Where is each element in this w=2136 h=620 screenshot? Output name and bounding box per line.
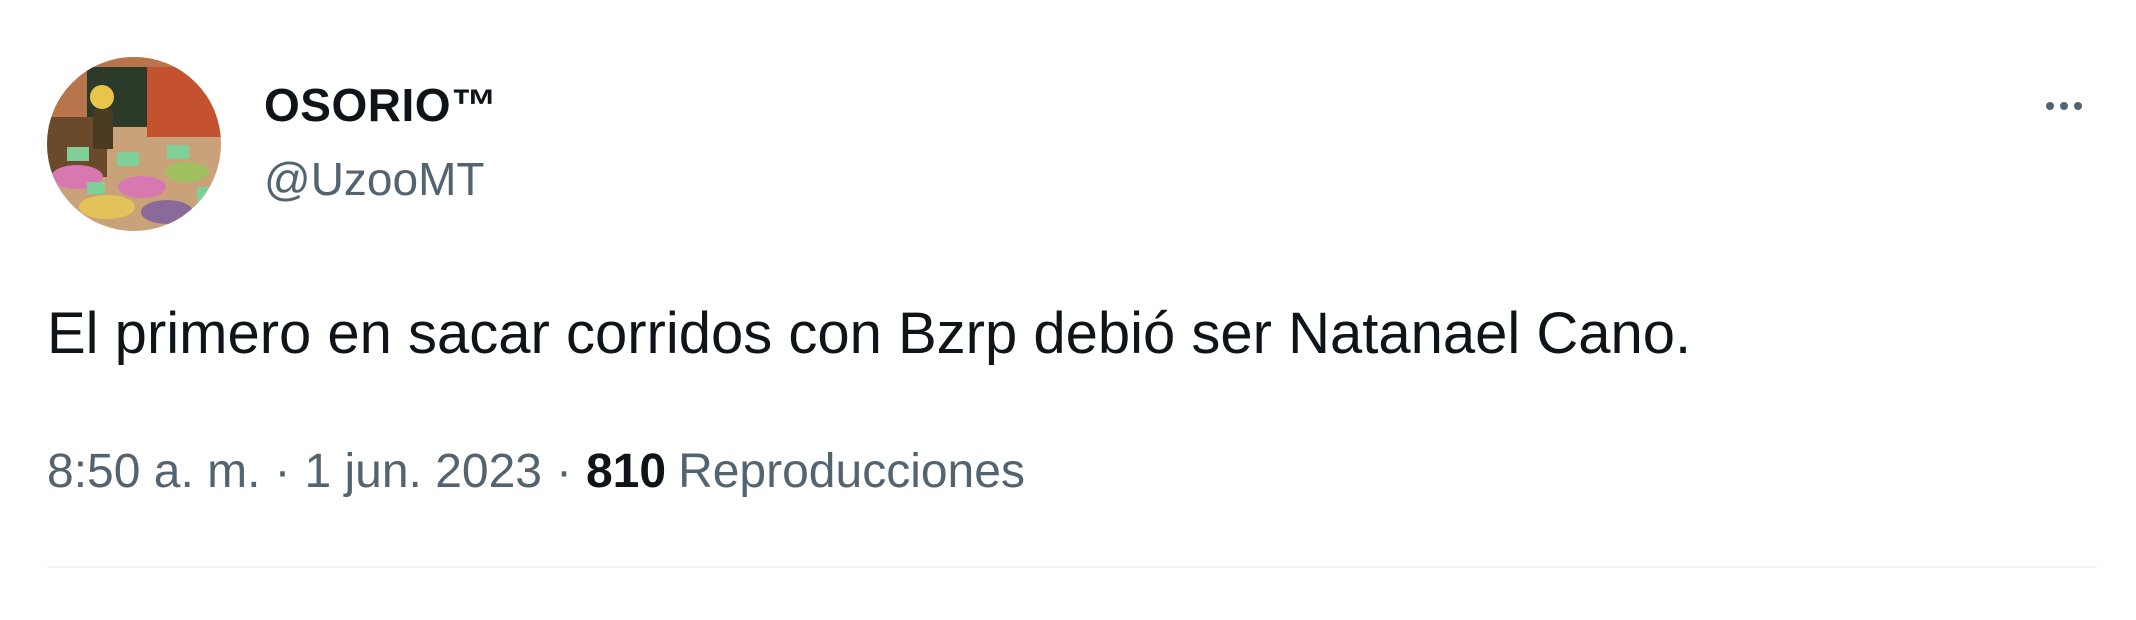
more-options-button[interactable] bbox=[2028, 78, 2100, 134]
tweet-time[interactable]: 8:50 a. m. bbox=[47, 444, 260, 499]
more-horizontal-icon bbox=[2046, 102, 2054, 110]
author-display-name[interactable]: OSORIO™ bbox=[264, 78, 498, 132]
more-horizontal-icon-dot bbox=[2074, 102, 2082, 110]
tweet-card: OSORIO™ @UzooMT El primero en sacar corr… bbox=[0, 0, 2136, 620]
view-count[interactable]: 810 bbox=[586, 444, 666, 499]
avatar-image bbox=[47, 57, 221, 231]
meta-separator: · bbox=[555, 445, 572, 498]
more-horizontal-icon-dot bbox=[2060, 102, 2068, 110]
divider bbox=[47, 566, 2097, 568]
views-label[interactable]: Reproducciones bbox=[678, 444, 1025, 499]
author-handle[interactable]: @UzooMT bbox=[264, 152, 485, 206]
tweet-date[interactable]: 1 jun. 2023 bbox=[304, 444, 542, 499]
tweet-meta: 8:50 a. m. · 1 jun. 2023 · 810 Reproducc… bbox=[47, 444, 1025, 499]
avatar[interactable] bbox=[47, 57, 221, 231]
tweet-text: El primero en sacar corridos con Bzrp de… bbox=[47, 301, 1692, 366]
meta-separator: · bbox=[274, 445, 291, 498]
